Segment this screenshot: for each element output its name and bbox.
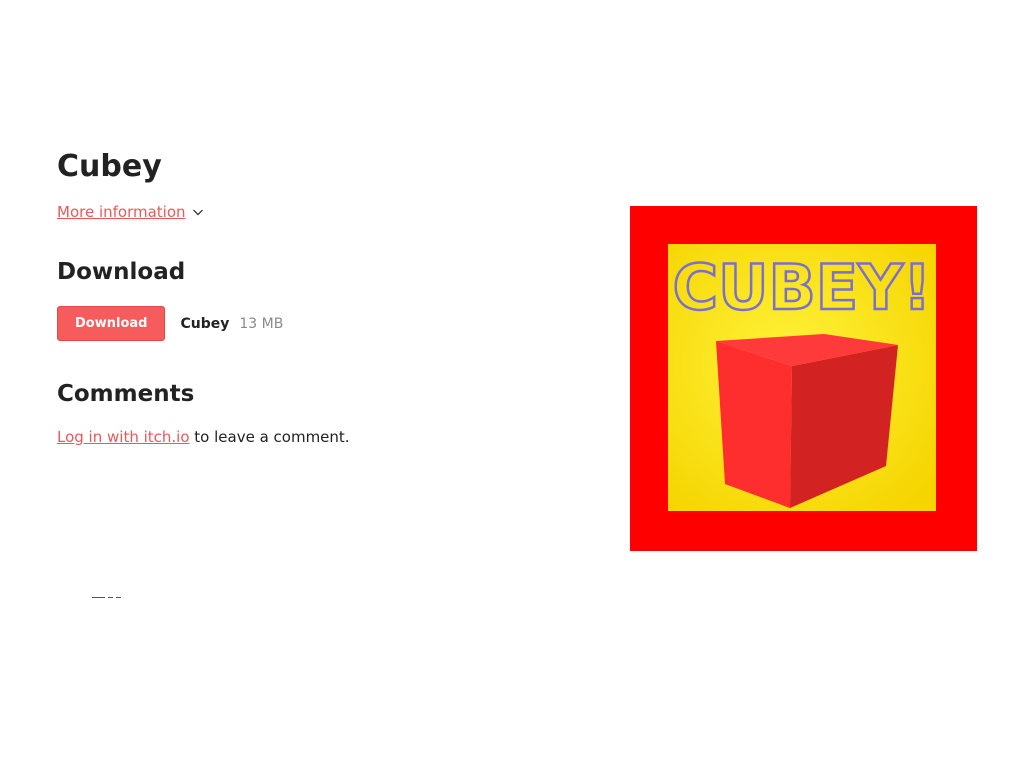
cover-logo-text: CUBEY! [673,251,932,324]
download-row: Download Cubey 13 MB [57,306,597,341]
footer-mark [92,597,105,598]
comment-login-suffix: to leave a comment. [189,428,350,446]
chevron-down-icon[interactable] [192,206,204,218]
comments-heading: Comments [57,381,195,407]
download-button[interactable]: Download [57,306,166,341]
cube-front-face [716,341,792,508]
cover-art: CUBEY! [630,206,977,551]
file-name: Cubey [180,315,230,332]
comment-login-prompt: Log in with itch.io to leave a comment. [57,427,597,447]
download-heading: Download [57,259,186,285]
footer-marks [92,597,121,598]
more-information-toggle[interactable]: More information [57,202,597,222]
file-size: 13 MB [239,315,284,332]
more-information-link[interactable]: More information [57,202,186,222]
page-title: Cubey [57,149,162,184]
game-page: Cubey More information Download Download… [0,0,1034,770]
footer-mark [116,597,121,598]
game-info-column: Cubey More information Download Download… [57,148,597,447]
footer-mark [108,597,113,598]
game-cover-image: CUBEY! [630,206,977,551]
login-link[interactable]: Log in with itch.io [57,428,190,446]
